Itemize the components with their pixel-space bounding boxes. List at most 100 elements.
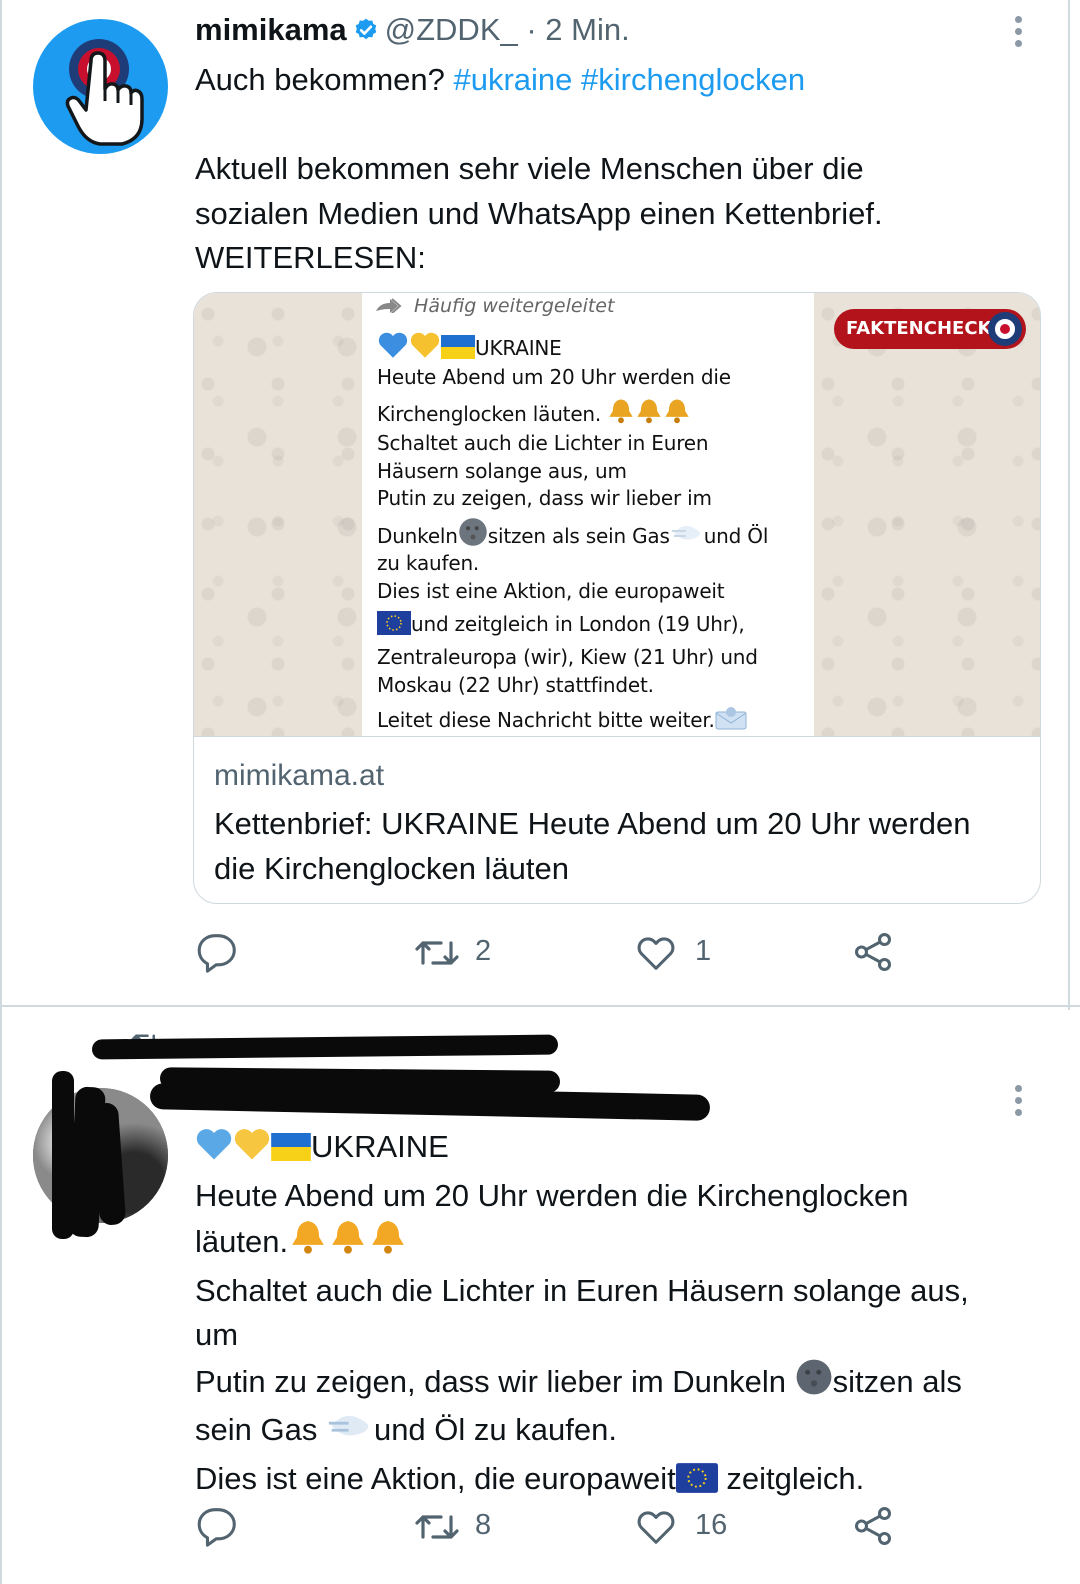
new-moon-face-emoji — [795, 1358, 833, 1409]
card-title: Kettenbrief: UKRAINE Heute Abend um 20 U… — [214, 806, 971, 886]
dash-emoji — [326, 1408, 374, 1457]
forward-arrows-icon — [376, 298, 402, 314]
retweet-icon — [415, 1515, 459, 1539]
message-line: zu kaufen. — [377, 551, 480, 575]
forwarded-label: Häufig weitergeleitet — [374, 295, 614, 317]
share-button[interactable] — [850, 1503, 910, 1553]
tweet-line: zeitgleich. — [717, 1460, 865, 1496]
redaction-scribble — [91, 1034, 559, 1060]
link-preview-card[interactable]: Häufig weitergeleitet UKRAINE Heute Aben… — [193, 292, 1041, 904]
reply-button[interactable] — [195, 929, 255, 979]
more-options-icon[interactable] — [1014, 16, 1024, 52]
tweet-line: und Öl zu kaufen. — [373, 1412, 617, 1447]
bell-emoji — [288, 1218, 328, 1269]
tweet-line: läuten. — [195, 1224, 289, 1259]
yellow-heart-emoji — [409, 331, 441, 364]
message-line: sitzen als sein Gas — [487, 524, 670, 548]
hand-pointer-logo-icon — [65, 39, 144, 146]
tweet-time[interactable]: · 2 Min. — [526, 12, 629, 47]
card-image: Häufig weitergeleitet UKRAINE Heute Aben… — [194, 293, 1040, 736]
like-count: 1 — [695, 935, 712, 967]
message-line: Kirchenglocken läuten. — [377, 402, 602, 426]
heart-icon — [637, 1511, 675, 1544]
tweet-body-line: Aktuell bekommen sehr viele Menschen übe… — [195, 151, 864, 186]
message-line: Dunkeln — [377, 524, 458, 548]
redaction-scribble — [149, 1083, 711, 1121]
message-line: Putin zu zeigen, dass wir lieber im — [377, 486, 712, 510]
reply-icon — [197, 934, 236, 973]
share-button[interactable] — [850, 929, 910, 979]
retweet-count: 2 — [475, 935, 492, 967]
bell-emoji — [607, 397, 635, 430]
author-name[interactable]: mimikama — [195, 12, 347, 47]
retweet-count: 8 — [475, 1509, 492, 1541]
message-line: Leitet diese Nachricht bitte weiter. — [377, 708, 715, 732]
envelope-emoji — [715, 705, 747, 736]
hashtag-kirchenglocken[interactable]: #kirchenglocken — [581, 62, 805, 97]
tweet-text: UKRAINE Heute Abend um 20 Uhr werden die… — [195, 1125, 1045, 1505]
eu-flag-emoji — [377, 611, 411, 640]
message-line: Dies ist eine Aktion, die europaweit — [377, 579, 725, 603]
tweet-actions: 8 16 — [195, 1503, 915, 1553]
tweet-lead-text: Auch bekommen? — [195, 62, 454, 97]
dash-emoji — [670, 519, 704, 552]
chat-wallpaper-right — [814, 293, 1040, 736]
like-button[interactable]: 16 — [633, 1503, 753, 1553]
tweet-line: Schaltet auch die Lichter in Euren Häuse… — [195, 1272, 969, 1308]
tweet-redacted-user[interactable]: UKRAINE Heute Abend um 20 Uhr werden die… — [0, 1007, 1080, 1584]
retweet-icon — [415, 941, 459, 965]
reply-button[interactable] — [195, 1503, 255, 1553]
tweet-line: Putin zu zeigen, dass wir lieber im Dunk… — [195, 1363, 795, 1399]
tweet-line: sein Gas — [195, 1412, 326, 1447]
tweet-mimikama[interactable]: mimikama @ZDDK_ · 2 Min. Auch bekommen? #… — [0, 0, 1080, 1006]
tweet-line: UKRAINE — [311, 1129, 449, 1164]
tweet-text: Auch bekommen? #ukraine #kirchenglocken … — [195, 58, 1055, 281]
bell-emoji — [368, 1218, 408, 1269]
message-line: Häusern solange aus, um — [377, 459, 627, 483]
verified-badge-icon — [353, 15, 379, 51]
ukraine-flag-emoji — [441, 335, 475, 364]
chat-wallpaper-left — [194, 293, 362, 736]
new-moon-face-emoji — [458, 517, 488, 552]
ukraine-flag-emoji — [271, 1129, 311, 1174]
card-meta[interactable]: mimikama.at Kettenbrief: UKRAINE Heute A… — [194, 736, 1040, 903]
reply-icon — [197, 1508, 236, 1547]
message-line: Zentraleuropa (wir), Kiew (21 Uhr) und — [377, 645, 758, 669]
mimikama-logo-icon — [988, 312, 1022, 346]
avatar-mimikama[interactable] — [33, 19, 168, 154]
tweet-body-line: WEITERLESEN: — [195, 240, 426, 275]
message-line: und Öl — [703, 524, 769, 548]
card-domain: mimikama.at — [214, 759, 385, 792]
message-line: Schaltet auch die Lichter in Euren — [377, 431, 709, 455]
heart-icon — [637, 937, 675, 970]
blue-heart-emoji — [195, 1127, 233, 1174]
yellow-heart-emoji — [233, 1127, 271, 1174]
message-line: UKRAINE — [475, 336, 562, 360]
hashtag-ukraine[interactable]: #ukraine — [453, 62, 572, 97]
bell-emoji — [663, 397, 691, 430]
share-icon — [854, 933, 892, 971]
message-line: und zeitgleich in London (19 Uhr), — [411, 612, 745, 636]
whatsapp-message-bubble: Häufig weitergeleitet UKRAINE Heute Aben… — [362, 293, 814, 736]
tweet-header: mimikama @ZDDK_ · 2 Min. — [195, 12, 630, 51]
tweet-line: Heute Abend um 20 Uhr werden die Kirchen… — [195, 1177, 909, 1213]
message-line: Moskau (22 Uhr) stattfindet. — [377, 673, 654, 697]
retweet-button[interactable]: 2 — [413, 929, 533, 979]
blue-heart-emoji — [377, 331, 409, 364]
tweet-line: sitzen als — [832, 1363, 962, 1399]
author-handle[interactable]: @ZDDK_ — [385, 12, 518, 47]
tweet-actions: 2 1 — [195, 929, 915, 979]
like-button[interactable]: 1 — [633, 929, 753, 979]
tweet-line: um — [195, 1317, 239, 1352]
faktencheck-badge: FAKTENCHECK — [834, 309, 1026, 349]
retweet-button[interactable]: 8 — [413, 1503, 533, 1553]
tweet-line: Dies ist eine Aktion, die europaweit — [195, 1460, 676, 1496]
share-icon — [854, 1507, 892, 1545]
more-options-icon[interactable] — [1014, 1085, 1024, 1121]
bell-emoji — [635, 397, 663, 430]
bell-emoji — [328, 1218, 368, 1269]
message-line: Heute Abend um 20 Uhr werden die — [377, 365, 731, 389]
eu-flag-emoji — [675, 1461, 718, 1506]
like-count: 16 — [695, 1509, 728, 1541]
tweet-body-line: sozialen Medien und WhatsApp einen Kette… — [195, 195, 883, 231]
